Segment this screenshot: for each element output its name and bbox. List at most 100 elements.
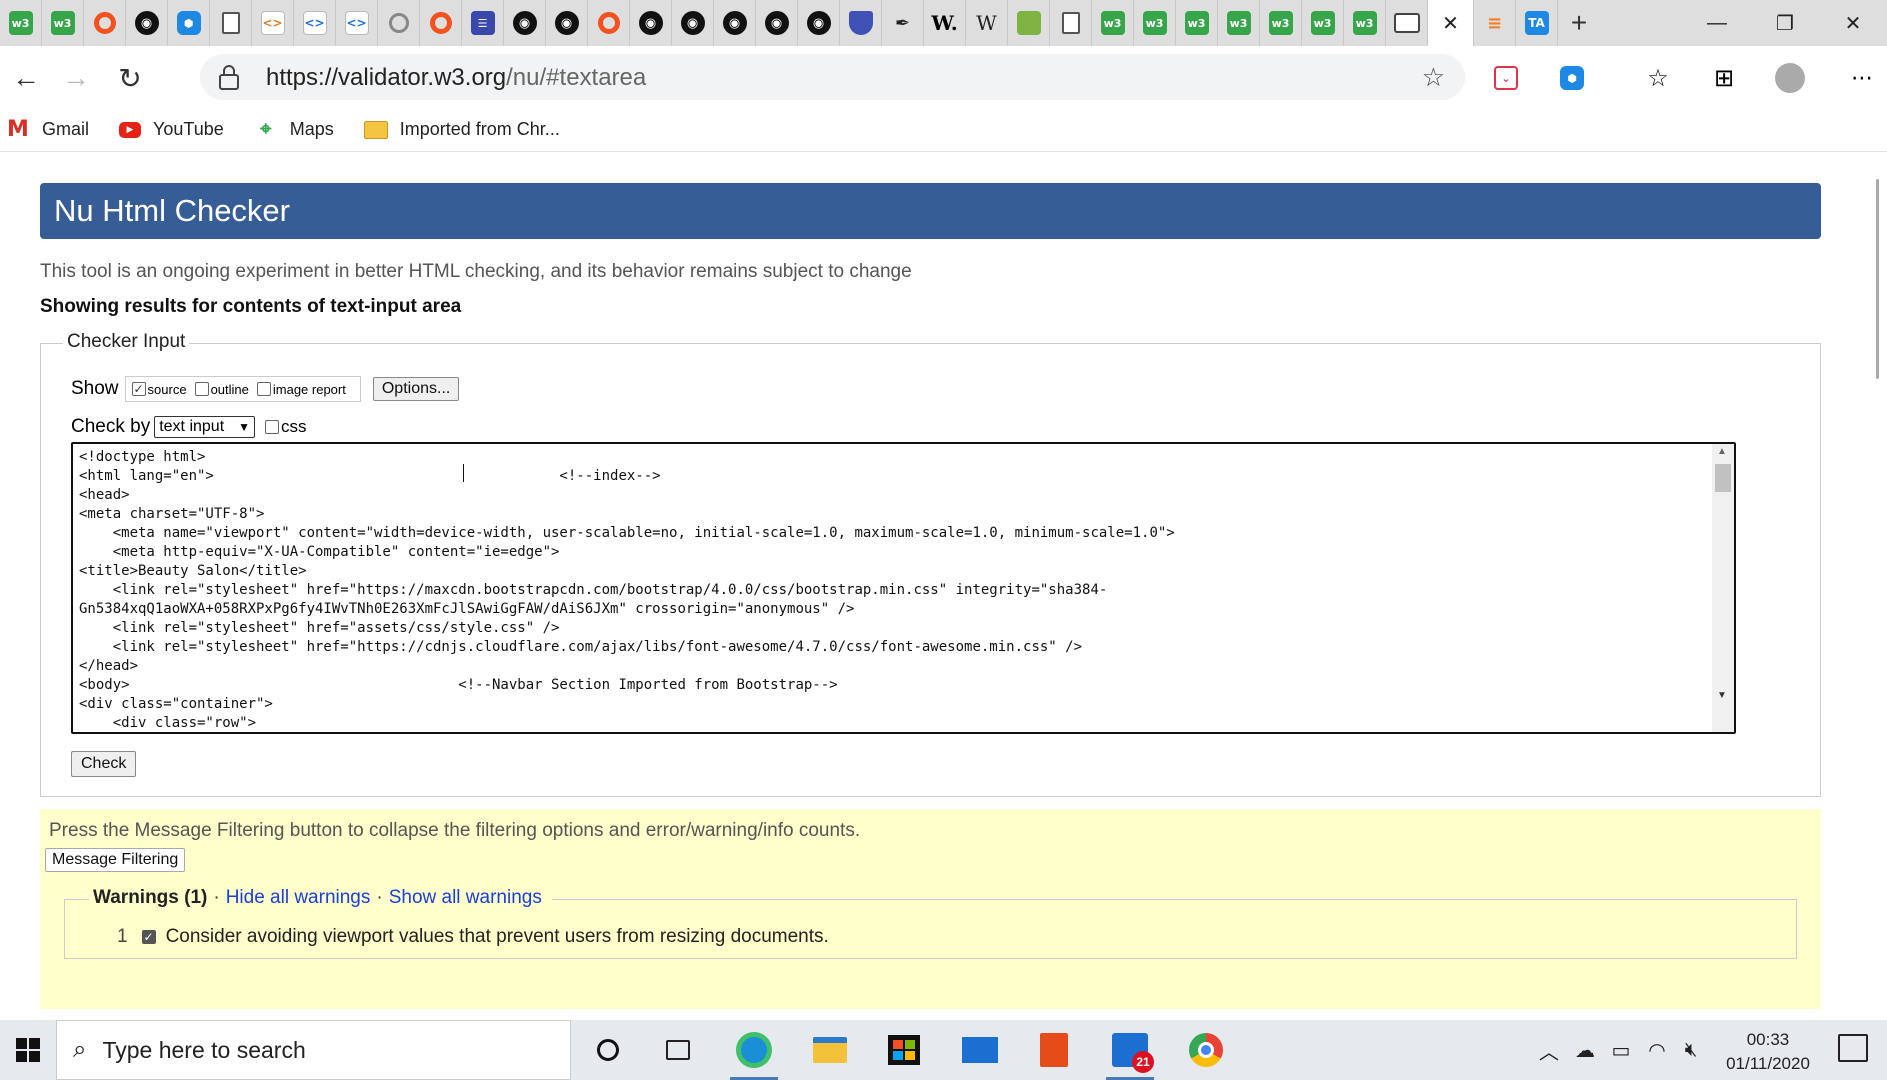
css-checkbox[interactable]: css: [265, 417, 307, 437]
close-window-button[interactable]: ✕: [1819, 0, 1887, 46]
warning-item[interactable]: 1 ✓ Consider avoiding viewport values th…: [117, 926, 829, 948]
browser-tab-25[interactable]: [1050, 0, 1092, 46]
show-hidden-icons-chevron-up-icon[interactable]: ︿: [1534, 1020, 1564, 1080]
checkbox-box[interactable]: [194, 382, 209, 396]
browser-tab-13[interactable]: ◉: [546, 0, 588, 46]
page-scrollbar-thumb[interactable]: [1876, 179, 1879, 379]
taskbar-mail[interactable]: [948, 1020, 1012, 1080]
show-option-image-report[interactable]: image report: [256, 382, 346, 397]
collections-icon[interactable]: ⊞: [1704, 58, 1744, 98]
browser-tab-7[interactable]: <>: [294, 0, 336, 46]
pocket-extension-icon[interactable]: ⌄: [1486, 58, 1526, 98]
browser-tab-14[interactable]: [588, 0, 630, 46]
show-option-outline[interactable]: outline: [194, 382, 249, 397]
scrollbar-thumb[interactable]: [1715, 464, 1731, 492]
forward-button[interactable]: →: [54, 56, 98, 100]
browser-tab-33[interactable]: [1386, 0, 1428, 46]
source-textarea[interactable]: <!doctype html> <html lang="en"> <!--inde…: [71, 442, 1736, 734]
browser-tab-30[interactable]: w3: [1260, 0, 1302, 46]
taskbar-chat-app[interactable]: 21: [1098, 1020, 1162, 1080]
battery-icon[interactable]: ▭: [1604, 1020, 1638, 1080]
taskbar-store[interactable]: [872, 1020, 936, 1080]
browser-tab-1[interactable]: w3: [42, 0, 84, 46]
browser-tab-20[interactable]: [840, 0, 882, 46]
bookmark-maps[interactable]: ⌖ Maps: [254, 118, 334, 140]
start-button[interactable]: [0, 1020, 56, 1080]
browser-tab-32[interactable]: w3: [1344, 0, 1386, 46]
taskbar-chrome[interactable]: [1174, 1020, 1238, 1080]
browser-tab-23[interactable]: W: [966, 0, 1008, 46]
w3c-icon: w3: [1142, 11, 1167, 35]
url-text[interactable]: https://validator.w3.org/nu/#textarea: [266, 64, 646, 92]
onedrive-cloud-icon[interactable]: ☁: [1568, 1020, 1602, 1080]
minimize-button[interactable]: —: [1683, 0, 1751, 46]
browser-tab-extra-0[interactable]: ≡: [1474, 0, 1516, 46]
browser-tab-31[interactable]: w3: [1302, 0, 1344, 46]
browser-tab-3[interactable]: ◉: [126, 0, 168, 46]
checkbox-box[interactable]: [265, 420, 280, 434]
browser-tab-4[interactable]: ⬢: [168, 0, 210, 46]
browser-tab-10[interactable]: [420, 0, 462, 46]
textarea-scrollbar[interactable]: ▲ ▼: [1712, 444, 1734, 732]
browser-tab-22[interactable]: W.: [924, 0, 966, 46]
checkbox-box[interactable]: ✓: [131, 382, 146, 396]
checkbox-box[interactable]: [256, 382, 271, 396]
favorite-star-icon[interactable]: ☆: [1422, 62, 1445, 93]
taskbar-search[interactable]: ⌕ Type here to search: [56, 1020, 571, 1080]
browser-tab-0[interactable]: w3: [0, 0, 42, 46]
volume-muted-icon[interactable]: 🔇︎: [1674, 1020, 1708, 1080]
check-by-select[interactable]: text input ▼: [154, 416, 256, 438]
browser-tab-17[interactable]: ◉: [714, 0, 756, 46]
browser-tab-15[interactable]: ◉: [630, 0, 672, 46]
browser-tab-16[interactable]: ◉: [672, 0, 714, 46]
browser-tab-11[interactable]: ☰: [462, 0, 504, 46]
scroll-up-icon[interactable]: ▲: [1717, 446, 1727, 457]
active-tab[interactable]: ✕: [1428, 0, 1474, 46]
browser-tab-18[interactable]: ◉: [756, 0, 798, 46]
taskbar-clock[interactable]: 00:33 01/11/2020: [1708, 1028, 1828, 1076]
warning-checkbox[interactable]: ✓: [141, 930, 156, 944]
browser-tab-12[interactable]: ◉: [504, 0, 546, 46]
browser-tab-8[interactable]: <>: [336, 0, 378, 46]
options-button[interactable]: Options...: [372, 377, 460, 401]
browser-tab-5[interactable]: [210, 0, 252, 46]
scroll-down-icon[interactable]: ▼: [1717, 690, 1727, 701]
bookmark-gmail[interactable]: M Gmail: [6, 117, 89, 142]
browser-tab-19[interactable]: ◉: [798, 0, 840, 46]
close-tab-icon[interactable]: ✕: [1442, 11, 1459, 36]
bookmark-youtube[interactable]: ▶ YouTube: [119, 119, 224, 140]
reload-button[interactable]: ↻: [108, 56, 152, 100]
browser-tab-9[interactable]: [378, 0, 420, 46]
browser-tab-29[interactable]: w3: [1218, 0, 1260, 46]
page-scrollbar[interactable]: [1868, 153, 1887, 1020]
taskbar-office[interactable]: [1022, 1020, 1086, 1080]
back-button[interactable]: ←: [4, 56, 48, 100]
favorites-icon[interactable]: ☆: [1638, 58, 1678, 98]
browser-tab-28[interactable]: w3: [1176, 0, 1218, 46]
browser-tab-6[interactable]: <>: [252, 0, 294, 46]
hide-all-warnings-link[interactable]: Hide all warnings: [226, 887, 371, 909]
browser-tab-extra-1[interactable]: TA: [1516, 0, 1558, 46]
browser-tab-26[interactable]: w3: [1092, 0, 1134, 46]
restore-button[interactable]: ❐: [1751, 0, 1819, 46]
new-tab-button[interactable]: +: [1558, 0, 1600, 46]
profile-avatar-icon[interactable]: [1770, 58, 1810, 98]
check-button[interactable]: Check: [71, 751, 137, 777]
message-filtering-button[interactable]: Message Filtering: [45, 848, 186, 872]
browser-tab-27[interactable]: w3: [1134, 0, 1176, 46]
more-menu-icon[interactable]: ⋯: [1842, 58, 1882, 98]
hexagon-extension-icon[interactable]: ⬢: [1552, 58, 1592, 98]
taskbar-edge[interactable]: [722, 1020, 786, 1080]
browser-tab-2[interactable]: [84, 0, 126, 46]
bookmark-imported-folder[interactable]: Imported from Chr...: [363, 119, 560, 140]
notification-center-icon[interactable]: [1838, 1034, 1868, 1062]
taskbar-file-explorer[interactable]: [798, 1020, 862, 1080]
address-bar[interactable]: https://validator.w3.org/nu/#textarea ☆: [200, 54, 1465, 100]
show-option-source[interactable]: ✓ source: [131, 382, 187, 397]
browser-tab-21[interactable]: ✒: [882, 0, 924, 46]
task-view-button[interactable]: [646, 1020, 710, 1080]
browser-tab-24[interactable]: [1008, 0, 1050, 46]
wifi-icon[interactable]: ◠: [1640, 1020, 1674, 1080]
cortana-button[interactable]: [576, 1020, 640, 1080]
show-all-warnings-link[interactable]: Show all warnings: [389, 887, 542, 909]
